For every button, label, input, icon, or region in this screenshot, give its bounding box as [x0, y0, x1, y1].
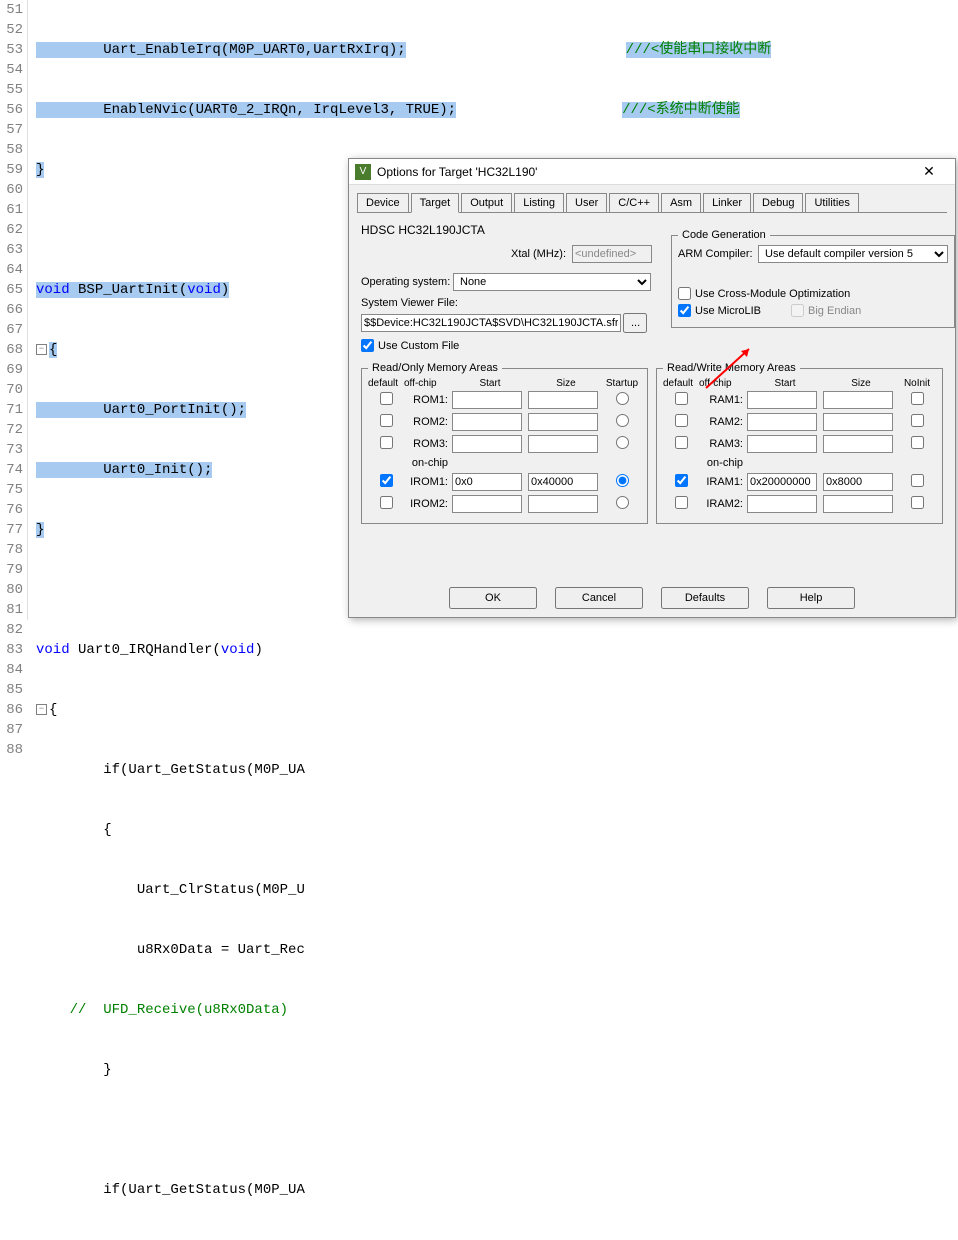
dialog-titlebar[interactable]: V Options for Target 'HC32L190' ✕ [349, 159, 955, 185]
ram2-default-checkbox[interactable] [675, 414, 688, 427]
cross-module-label: Use Cross-Module Optimization [695, 288, 850, 300]
opsys-label: Operating system: [361, 276, 453, 288]
close-icon[interactable]: ✕ [909, 163, 949, 180]
tab-listing[interactable]: Listing [514, 193, 564, 212]
ram1-start-input[interactable] [747, 391, 817, 409]
arm-compiler-label: ARM Compiler: [678, 248, 758, 260]
irom1-size-input[interactable] [528, 473, 598, 491]
irom2-default-checkbox[interactable] [380, 496, 393, 509]
ok-button[interactable]: OK [449, 587, 537, 609]
tab-linker[interactable]: Linker [703, 193, 751, 212]
ram3-start-input[interactable] [747, 435, 817, 453]
tab-output[interactable]: Output [461, 193, 512, 212]
irom2-start-input[interactable] [452, 495, 522, 513]
rom3-start-input[interactable] [452, 435, 522, 453]
ram3-size-input[interactable] [823, 435, 893, 453]
options-dialog: V Options for Target 'HC32L190' ✕ Device… [348, 158, 956, 618]
iram2-default-checkbox[interactable] [675, 496, 688, 509]
svf-label: System Viewer File: [361, 297, 659, 309]
rom3-row: ROM3: [368, 435, 641, 453]
dialog-body: HDSC HC32L190JCTA Xtal (MHz): Operating … [349, 213, 955, 534]
ram3-row: RAM3: [663, 435, 936, 453]
tab-ccpp[interactable]: C/C++ [609, 193, 659, 212]
svf-browse-button[interactable]: ... [623, 313, 647, 333]
irom2-size-input[interactable] [528, 495, 598, 513]
big-endian-checkbox [791, 304, 804, 317]
iram1-start-input[interactable] [747, 473, 817, 491]
xtal-label: Xtal (MHz): [511, 248, 566, 260]
tab-device[interactable]: Device [357, 193, 409, 212]
ram-fieldset: Read/Write Memory Areas default off-chip… [656, 362, 943, 524]
ram2-row: RAM2: [663, 413, 936, 431]
tab-bar: Device Target Output Listing User C/C++ … [357, 193, 947, 213]
rom1-start-input[interactable] [452, 391, 522, 409]
codegen-legend: Code Generation [678, 229, 770, 241]
iram1-default-checkbox[interactable] [675, 474, 688, 487]
rom1-default-checkbox[interactable] [380, 392, 393, 405]
help-button[interactable]: Help [767, 587, 855, 609]
ram1-noinit-checkbox[interactable] [911, 392, 924, 405]
ram3-noinit-checkbox[interactable] [911, 436, 924, 449]
ram1-row: RAM1: [663, 391, 936, 409]
iram1-size-input[interactable] [823, 473, 893, 491]
ram3-default-checkbox[interactable] [675, 436, 688, 449]
rom3-default-checkbox[interactable] [380, 436, 393, 449]
rom2-row: ROM2: [368, 413, 641, 431]
ram-legend: Read/Write Memory Areas [663, 362, 800, 374]
iram1-noinit-checkbox[interactable] [911, 474, 924, 487]
rom1-row: ROM1: [368, 391, 641, 409]
tab-target[interactable]: Target [411, 193, 460, 213]
iram2-row: IRAM2: [663, 495, 936, 513]
defaults-button[interactable]: Defaults [661, 587, 749, 609]
ram2-size-input[interactable] [823, 413, 893, 431]
opsys-select[interactable]: None [453, 273, 651, 291]
ram1-size-input[interactable] [823, 391, 893, 409]
codegen-fieldset: Code Generation ARM Compiler: Use defaul… [671, 229, 955, 328]
use-custom-file-checkbox[interactable] [361, 339, 374, 352]
ram2-noinit-checkbox[interactable] [911, 414, 924, 427]
rom1-startup-radio[interactable] [616, 392, 629, 405]
iram2-start-input[interactable] [747, 495, 817, 513]
rom1-size-input[interactable] [528, 391, 598, 409]
cancel-button[interactable]: Cancel [555, 587, 643, 609]
rom2-start-input[interactable] [452, 413, 522, 431]
rom-fieldset: Read/Only Memory Areas default off-chip … [361, 362, 648, 524]
rom2-size-input[interactable] [528, 413, 598, 431]
irom2-startup-radio[interactable] [616, 496, 629, 509]
fold-icon[interactable]: − [36, 704, 47, 715]
irom2-row: IROM2: [368, 495, 641, 513]
fold-icon[interactable]: − [36, 344, 47, 355]
svf-input[interactable] [361, 314, 621, 332]
tab-utilities[interactable]: Utilities [805, 193, 858, 212]
irom1-start-input[interactable] [452, 473, 522, 491]
microlib-checkbox[interactable] [678, 304, 691, 317]
big-endian-label: Big Endian [808, 305, 861, 317]
cross-module-checkbox[interactable] [678, 287, 691, 300]
iram1-row: IRAM1: [663, 473, 936, 491]
dialog-title: Options for Target 'HC32L190' [377, 165, 909, 179]
iram2-noinit-checkbox[interactable] [911, 496, 924, 509]
irom1-default-checkbox[interactable] [380, 474, 393, 487]
line-number-gutter: 51 52 53 54 55 56 57 58 59 60 61 62 63 6… [0, 0, 28, 620]
arm-compiler-select[interactable]: Use default compiler version 5 [758, 245, 948, 263]
dialog-button-bar: OK Cancel Defaults Help [349, 587, 955, 609]
rom-legend: Read/Only Memory Areas [368, 362, 502, 374]
rom3-size-input[interactable] [528, 435, 598, 453]
use-custom-file-label: Use Custom File [378, 340, 459, 352]
app-icon: V [355, 164, 371, 180]
rom2-default-checkbox[interactable] [380, 414, 393, 427]
ram2-start-input[interactable] [747, 413, 817, 431]
microlib-label: Use MicroLIB [695, 305, 761, 317]
rom2-startup-radio[interactable] [616, 414, 629, 427]
tab-asm[interactable]: Asm [661, 193, 701, 212]
ram1-default-checkbox[interactable] [675, 392, 688, 405]
tab-debug[interactable]: Debug [753, 193, 803, 212]
device-name: HDSC HC32L190JCTA [361, 223, 659, 237]
xtal-input[interactable] [572, 245, 652, 263]
rom3-startup-radio[interactable] [616, 436, 629, 449]
tab-user[interactable]: User [566, 193, 607, 212]
irom1-startup-radio[interactable] [616, 474, 629, 487]
iram2-size-input[interactable] [823, 495, 893, 513]
irom1-row: IROM1: [368, 473, 641, 491]
